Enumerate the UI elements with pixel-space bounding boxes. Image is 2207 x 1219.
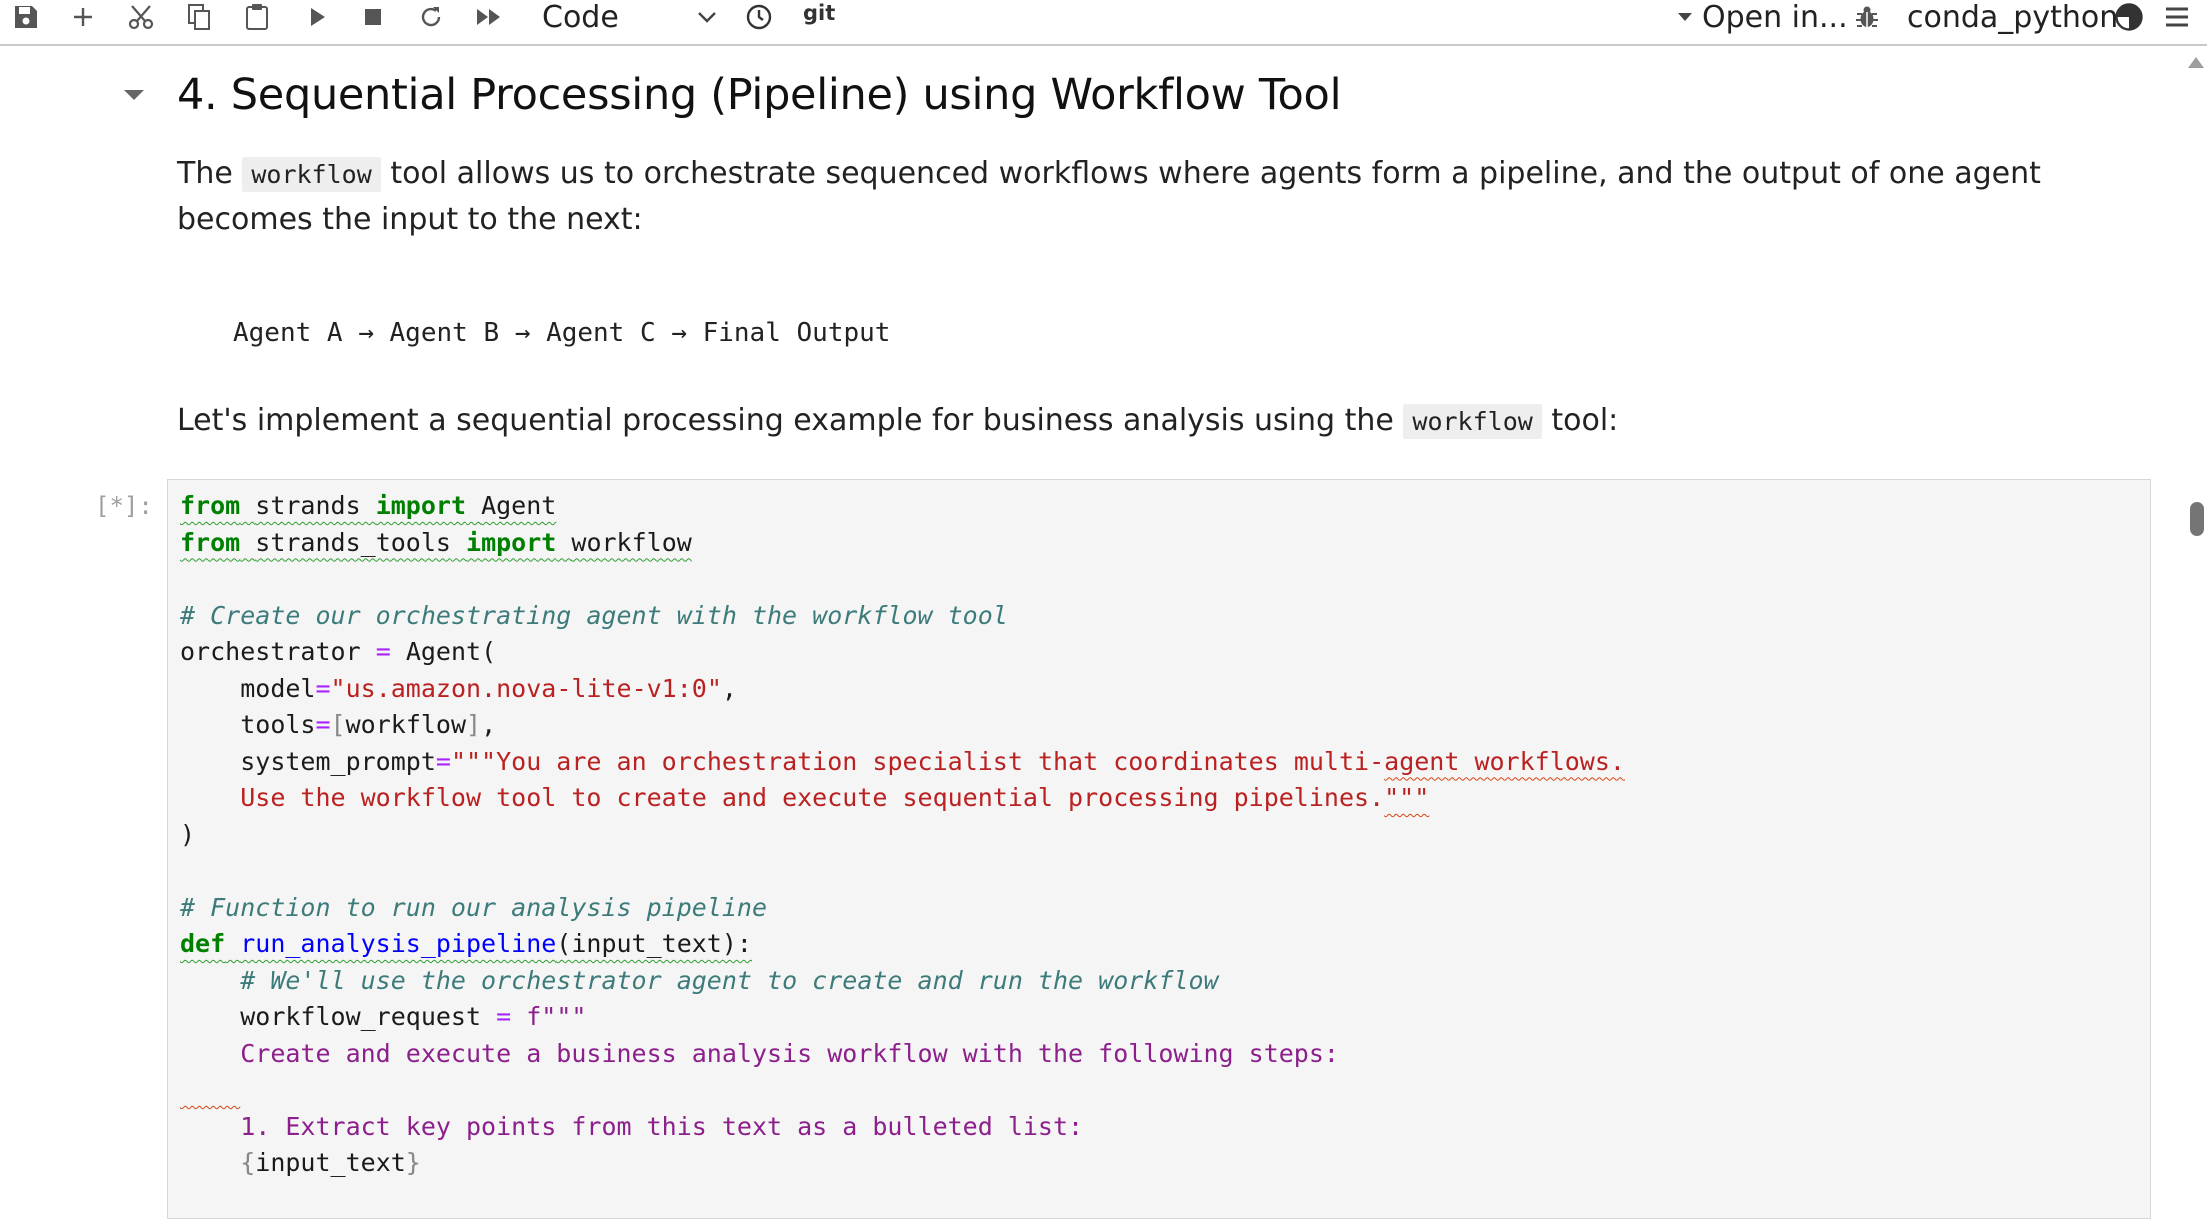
stop-icon[interactable] <box>356 0 390 34</box>
copy-icon[interactable] <box>182 0 216 34</box>
implement-paragraph: Let's implement a sequential processing … <box>177 398 1618 444</box>
restart-icon[interactable] <box>414 0 448 34</box>
collapse-heading-icon[interactable] <box>122 88 146 107</box>
implement-text-before: Let's implement a sequential processing … <box>177 403 1394 438</box>
kernel-status-icon <box>2112 0 2146 34</box>
clock-icon[interactable] <box>742 0 776 34</box>
inline-code-workflow: workflow <box>242 157 381 192</box>
add-cell-icon[interactable] <box>66 0 100 34</box>
chevron-down-icon[interactable] <box>692 0 722 34</box>
run-icon[interactable] <box>300 0 334 34</box>
execution-prompt: [*]: <box>95 492 153 520</box>
bug-icon[interactable] <box>1852 0 1882 34</box>
implement-text-after: tool: <box>1551 403 1619 438</box>
section-heading: 4. Sequential Processing (Pipeline) usin… <box>177 70 1342 120</box>
cell-type-select[interactable]: Code <box>542 0 619 35</box>
save-icon[interactable] <box>9 0 43 34</box>
git-button[interactable]: git <box>803 0 835 30</box>
menu-icon[interactable] <box>2160 0 2194 34</box>
intro-text-before: The <box>177 156 233 191</box>
code-cell-editor[interactable]: from strands import Agent from strands_t… <box>167 479 2151 1219</box>
notebook-toolbar: Code git Open in... conda_python3 <box>0 0 2207 46</box>
pipeline-flow-diagram: Agent A → Agent B → Agent C → Final Outp… <box>233 318 891 348</box>
vertical-scrollbar-thumb[interactable] <box>2190 502 2204 536</box>
kernel-name[interactable]: conda_python3 <box>1907 0 2137 35</box>
inline-code-workflow-2: workflow <box>1403 404 1542 439</box>
fast-forward-icon[interactable] <box>472 0 506 34</box>
intro-paragraph: The workflow tool allows us to orchestra… <box>177 151 2077 242</box>
caret-down-icon[interactable] <box>1675 0 1695 34</box>
open-in-button[interactable]: Open in... <box>1702 0 1848 35</box>
code-content[interactable]: from strands import Agent from strands_t… <box>180 488 1625 1182</box>
paste-icon[interactable] <box>240 0 274 34</box>
intro-text-after: tool allows us to orchestrate sequenced … <box>177 156 2041 237</box>
scroll-up-arrow-icon[interactable] <box>2187 55 2205 74</box>
cut-icon[interactable] <box>124 0 158 34</box>
